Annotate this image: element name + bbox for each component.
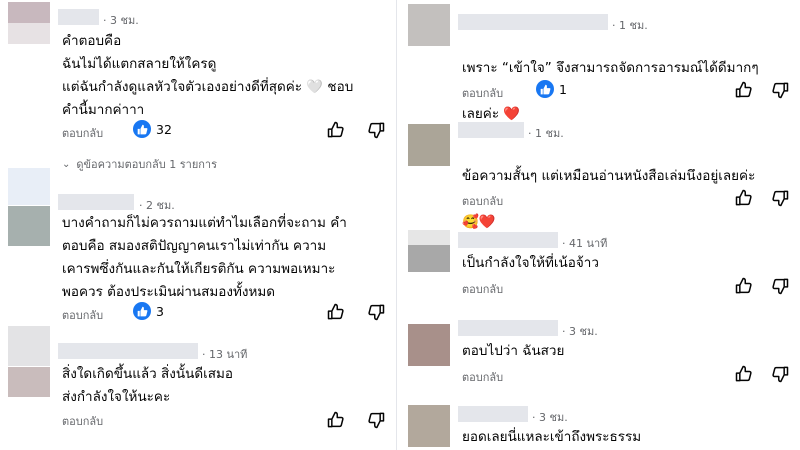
thumbs-up-icon[interactable]	[326, 120, 346, 140]
comment-text: บางคำถามก็ไม่ควรถามแต่ทำไมเลือกที่จะถาม …	[62, 215, 347, 300]
like-count-value: 3	[156, 303, 164, 319]
like-count: 1	[536, 80, 567, 98]
commenter-name[interactable]	[58, 9, 99, 25]
reply-link[interactable]: ตอบกลับ	[62, 306, 103, 324]
thumbs-up-icon[interactable]	[734, 188, 754, 208]
like-badge-icon	[133, 302, 151, 320]
like-count-value: 32	[156, 121, 172, 137]
like-count: 3	[133, 302, 164, 320]
comment-text: สิ่งใดเกิดขึ้นแล้ว สิ่งนั้นดีเสมอ ส่งกำล…	[62, 366, 233, 405]
avatar[interactable]	[8, 2, 50, 44]
comment-timestamp[interactable]: · 3 ชม.	[562, 322, 598, 340]
panel-divider	[396, 0, 404, 450]
avatar[interactable]	[408, 324, 450, 366]
avatar[interactable]	[8, 367, 50, 409]
comment-text: ยอดเลยนี่แหละเข้าถึงพระธรรม	[462, 429, 642, 445]
avatar[interactable]	[408, 124, 450, 166]
commenter-name[interactable]	[458, 122, 524, 138]
comment-timestamp[interactable]: · 3 ชม.	[532, 408, 568, 426]
avatar[interactable]	[8, 206, 50, 248]
like-count: 32	[133, 120, 172, 138]
comment-text: ตอบไปว่า ฉันสวย	[462, 343, 565, 359]
comments-panel-left: · 3 ชม. คำตอบคือ ฉันไม่ได้แตกสลายให้ใครด…	[0, 0, 396, 450]
commenter-name[interactable]	[458, 406, 528, 422]
reply-link[interactable]: ตอบกลับ	[462, 368, 503, 386]
comment-text: คำตอบคือ ฉันไม่ได้แตกสลายให้ใครดู แต่ฉัน…	[62, 33, 354, 118]
view-replies-link[interactable]: ⌄ ดูข้อความตอบกลับ 1 รายการ	[62, 155, 217, 173]
avatar[interactable]	[408, 4, 450, 46]
thumbs-down-icon[interactable]	[770, 188, 790, 208]
thumbs-up-icon[interactable]	[326, 410, 346, 430]
comments-panel-right: · 1 ชม. เพราะ “เข้าใจ” จึงสามารถจัดการอา…	[404, 0, 800, 450]
commenter-name[interactable]	[458, 14, 608, 30]
thumbs-down-icon[interactable]	[770, 80, 790, 100]
commenter-name[interactable]	[458, 320, 558, 336]
like-badge-icon	[133, 120, 151, 138]
reply-link[interactable]: ตอบกลับ	[462, 280, 503, 298]
emoji: 🥰❤️	[462, 214, 496, 230]
comment-timestamp[interactable]: · 41 นาที	[562, 234, 607, 252]
chevron-down-icon: ⌄	[62, 158, 71, 170]
like-count-value: 1	[559, 81, 567, 97]
comment-timestamp[interactable]: · 13 นาที	[202, 345, 247, 363]
commenter-name[interactable]	[458, 232, 558, 248]
thumbs-down-icon[interactable]	[770, 364, 790, 384]
avatar[interactable]	[8, 168, 50, 210]
view-replies-label: ดูข้อความตอบกลับ 1 รายการ	[76, 158, 218, 171]
thumbs-up-icon[interactable]	[326, 302, 346, 322]
commenter-name[interactable]	[58, 343, 198, 359]
thumbs-up-icon[interactable]	[734, 364, 754, 384]
like-badge-icon	[536, 80, 554, 98]
thumbs-up-icon[interactable]	[734, 80, 754, 100]
comment-timestamp[interactable]: · 3 ชม.	[103, 11, 139, 29]
comment-text: เป็นกำลังใจให้ที่เน้อจ้าว	[462, 255, 599, 271]
reply-link[interactable]: ตอบกลับ	[462, 84, 503, 102]
reply-link[interactable]: ตอบกลับ	[62, 124, 103, 142]
thumbs-up-icon[interactable]	[734, 276, 754, 296]
thumbs-down-icon[interactable]	[770, 276, 790, 296]
reply-link[interactable]: ตอบกลับ	[462, 192, 503, 210]
avatar[interactable]	[408, 230, 450, 272]
commenter-name[interactable]	[58, 194, 134, 210]
heart-emoji: ❤️	[503, 106, 521, 122]
comment-timestamp[interactable]: · 1 ชม.	[612, 16, 648, 34]
comment-timestamp[interactable]: · 1 ชม.	[528, 124, 564, 142]
avatar[interactable]	[8, 326, 50, 368]
avatar[interactable]	[408, 405, 450, 447]
thumbs-down-icon[interactable]	[366, 302, 386, 322]
thumbs-down-icon[interactable]	[366, 120, 386, 140]
thumbs-down-icon[interactable]	[366, 410, 386, 430]
reply-link[interactable]: ตอบกลับ	[62, 412, 103, 430]
